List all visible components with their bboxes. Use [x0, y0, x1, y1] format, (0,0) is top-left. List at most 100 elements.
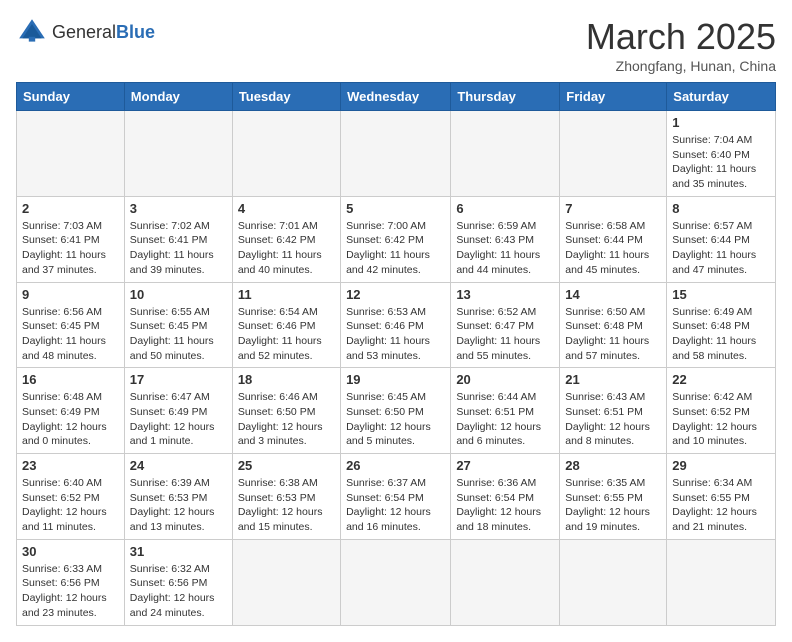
day-number: 1 — [672, 115, 770, 130]
calendar-cell: 23 Sunrise: 6:40 AM Sunset: 6:52 PM Dayli… — [17, 454, 125, 540]
day-info: Sunrise: 6:50 AM Sunset: 6:48 PM Dayligh… — [565, 305, 661, 364]
day-number: 9 — [22, 287, 119, 302]
calendar-cell: 17 Sunrise: 6:47 AM Sunset: 6:49 PM Dayli… — [124, 368, 232, 454]
day-number: 30 — [22, 544, 119, 559]
day-info: Sunrise: 6:55 AM Sunset: 6:45 PM Dayligh… — [130, 305, 227, 364]
calendar-cell — [341, 111, 451, 197]
calendar-cell: 24Sunrise: 6:39 AM Sunset: 6:53 PM Dayli… — [124, 454, 232, 540]
calendar-cell: 10Sunrise: 6:55 AM Sunset: 6:45 PM Dayli… — [124, 282, 232, 368]
weekday-header-wednesday: Wednesday — [341, 83, 451, 111]
calendar-cell: 30Sunrise: 6:33 AM Sunset: 6:56 PM Dayli… — [17, 539, 125, 625]
day-number: 18 — [238, 372, 335, 387]
day-info: Sunrise: 7:01 AM Sunset: 6:42 PM Dayligh… — [238, 219, 335, 278]
calendar-cell — [341, 539, 451, 625]
calendar-cell — [451, 539, 560, 625]
location-subtitle: Zhongfang, Hunan, China — [586, 58, 776, 74]
calendar-cell: 3Sunrise: 7:02 AM Sunset: 6:41 PM Daylig… — [124, 196, 232, 282]
calendar-cell: 19 Sunrise: 6:45 AM Sunset: 6:50 PM Dayli… — [341, 368, 451, 454]
calendar-week-row: 23 Sunrise: 6:40 AM Sunset: 6:52 PM Dayli… — [17, 454, 776, 540]
day-info: Sunrise: 6:53 AM Sunset: 6:46 PM Dayligh… — [346, 305, 445, 364]
calendar-cell — [124, 111, 232, 197]
page-header: GeneralBlue March 2025 Zhongfang, Hunan,… — [16, 16, 776, 74]
day-info: Sunrise: 6:34 AM Sunset: 6:55 PM Dayligh… — [672, 476, 770, 535]
calendar-cell: 12 Sunrise: 6:53 AM Sunset: 6:46 PM Dayli… — [341, 282, 451, 368]
calendar-cell — [232, 539, 340, 625]
calendar-cell: 21 Sunrise: 6:43 AM Sunset: 6:51 PM Dayli… — [560, 368, 667, 454]
day-info: Sunrise: 6:46 AM Sunset: 6:50 PM Dayligh… — [238, 390, 335, 449]
calendar-cell: 25Sunrise: 6:38 AM Sunset: 6:53 PM Dayli… — [232, 454, 340, 540]
day-number: 27 — [456, 458, 554, 473]
calendar-week-row: 1Sunrise: 7:04 AM Sunset: 6:40 PM Daylig… — [17, 111, 776, 197]
calendar-week-row: 9 Sunrise: 6:56 AM Sunset: 6:45 PM Daylig… — [17, 282, 776, 368]
calendar-week-row: 30Sunrise: 6:33 AM Sunset: 6:56 PM Dayli… — [17, 539, 776, 625]
day-number: 23 — [22, 458, 119, 473]
logo: GeneralBlue — [16, 16, 155, 48]
calendar-cell: 7 Sunrise: 6:58 AM Sunset: 6:44 PM Daylig… — [560, 196, 667, 282]
day-info: Sunrise: 6:36 AM Sunset: 6:54 PM Dayligh… — [456, 476, 554, 535]
calendar-cell: 20 Sunrise: 6:44 AM Sunset: 6:51 PM Dayli… — [451, 368, 560, 454]
calendar-cell — [17, 111, 125, 197]
calendar-cell: 4 Sunrise: 7:01 AM Sunset: 6:42 PM Daylig… — [232, 196, 340, 282]
calendar-cell: 31Sunrise: 6:32 AM Sunset: 6:56 PM Dayli… — [124, 539, 232, 625]
calendar-table: SundayMondayTuesdayWednesdayThursdayFrid… — [16, 82, 776, 626]
logo-text: GeneralBlue — [52, 22, 155, 43]
day-info: Sunrise: 6:44 AM Sunset: 6:51 PM Dayligh… — [456, 390, 554, 449]
day-info: Sunrise: 6:40 AM Sunset: 6:52 PM Dayligh… — [22, 476, 119, 535]
day-number: 7 — [565, 201, 661, 216]
weekday-header-tuesday: Tuesday — [232, 83, 340, 111]
calendar-cell: 9 Sunrise: 6:56 AM Sunset: 6:45 PM Daylig… — [17, 282, 125, 368]
calendar-cell: 2Sunrise: 7:03 AM Sunset: 6:41 PM Daylig… — [17, 196, 125, 282]
day-number: 19 — [346, 372, 445, 387]
day-info: Sunrise: 7:00 AM Sunset: 6:42 PM Dayligh… — [346, 219, 445, 278]
day-number: 6 — [456, 201, 554, 216]
day-number: 28 — [565, 458, 661, 473]
day-info: Sunrise: 6:43 AM Sunset: 6:51 PM Dayligh… — [565, 390, 661, 449]
calendar-cell: 8 Sunrise: 6:57 AM Sunset: 6:44 PM Daylig… — [667, 196, 776, 282]
day-info: Sunrise: 6:59 AM Sunset: 6:43 PM Dayligh… — [456, 219, 554, 278]
day-info: Sunrise: 6:54 AM Sunset: 6:46 PM Dayligh… — [238, 305, 335, 364]
weekday-header-monday: Monday — [124, 83, 232, 111]
calendar-cell: 22Sunrise: 6:42 AM Sunset: 6:52 PM Dayli… — [667, 368, 776, 454]
day-number: 17 — [130, 372, 227, 387]
calendar-cell: 29Sunrise: 6:34 AM Sunset: 6:55 PM Dayli… — [667, 454, 776, 540]
day-number: 20 — [456, 372, 554, 387]
day-number: 12 — [346, 287, 445, 302]
day-info: Sunrise: 6:56 AM Sunset: 6:45 PM Dayligh… — [22, 305, 119, 364]
day-number: 14 — [565, 287, 661, 302]
day-number: 8 — [672, 201, 770, 216]
day-number: 3 — [130, 201, 227, 216]
day-number: 2 — [22, 201, 119, 216]
calendar-cell — [667, 539, 776, 625]
day-number: 31 — [130, 544, 227, 559]
logo-icon — [16, 16, 48, 48]
day-number: 21 — [565, 372, 661, 387]
calendar-cell: 15Sunrise: 6:49 AM Sunset: 6:48 PM Dayli… — [667, 282, 776, 368]
calendar-cell: 1Sunrise: 7:04 AM Sunset: 6:40 PM Daylig… — [667, 111, 776, 197]
calendar-cell — [232, 111, 340, 197]
calendar-week-row: 16 Sunrise: 6:48 AM Sunset: 6:49 PM Dayli… — [17, 368, 776, 454]
weekday-header-friday: Friday — [560, 83, 667, 111]
calendar-cell — [560, 111, 667, 197]
day-info: Sunrise: 6:48 AM Sunset: 6:49 PM Dayligh… — [22, 390, 119, 449]
day-info: Sunrise: 6:58 AM Sunset: 6:44 PM Dayligh… — [565, 219, 661, 278]
calendar-cell: 13Sunrise: 6:52 AM Sunset: 6:47 PM Dayli… — [451, 282, 560, 368]
day-info: Sunrise: 6:35 AM Sunset: 6:55 PM Dayligh… — [565, 476, 661, 535]
day-info: Sunrise: 6:42 AM Sunset: 6:52 PM Dayligh… — [672, 390, 770, 449]
month-title: March 2025 — [586, 16, 776, 58]
calendar-week-row: 2Sunrise: 7:03 AM Sunset: 6:41 PM Daylig… — [17, 196, 776, 282]
calendar-cell: 11 Sunrise: 6:54 AM Sunset: 6:46 PM Dayli… — [232, 282, 340, 368]
day-info: Sunrise: 6:57 AM Sunset: 6:44 PM Dayligh… — [672, 219, 770, 278]
weekday-header-thursday: Thursday — [451, 83, 560, 111]
calendar-cell: 18 Sunrise: 6:46 AM Sunset: 6:50 PM Dayli… — [232, 368, 340, 454]
day-info: Sunrise: 6:47 AM Sunset: 6:49 PM Dayligh… — [130, 390, 227, 449]
day-info: Sunrise: 6:39 AM Sunset: 6:53 PM Dayligh… — [130, 476, 227, 535]
calendar-cell — [560, 539, 667, 625]
day-info: Sunrise: 6:45 AM Sunset: 6:50 PM Dayligh… — [346, 390, 445, 449]
day-number: 4 — [238, 201, 335, 216]
day-info: Sunrise: 6:52 AM Sunset: 6:47 PM Dayligh… — [456, 305, 554, 364]
calendar-cell: 16 Sunrise: 6:48 AM Sunset: 6:49 PM Dayli… — [17, 368, 125, 454]
day-number: 11 — [238, 287, 335, 302]
day-number: 5 — [346, 201, 445, 216]
day-number: 16 — [22, 372, 119, 387]
title-block: March 2025 Zhongfang, Hunan, China — [586, 16, 776, 74]
